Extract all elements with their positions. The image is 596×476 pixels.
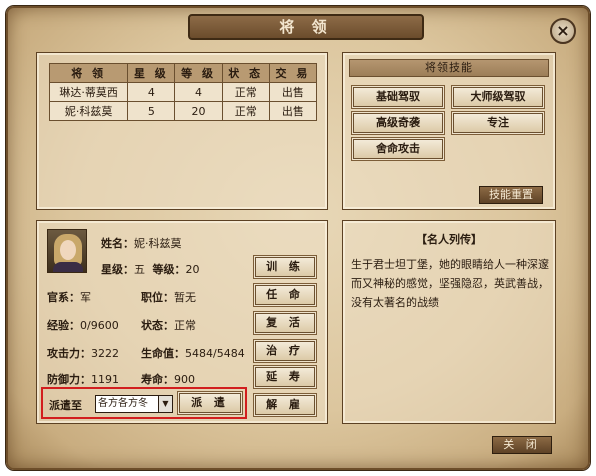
dispatch-select-value: 各方各方冬: [98, 398, 148, 409]
dispatch-select[interactable]: 各方各方冬 ▼: [95, 395, 173, 413]
skills-panel: 将领技能 基础驾驭 大师级驾驭 高级奇袭 专注 舍命攻击 技能重置: [342, 52, 556, 210]
chevron-down-icon[interactable]: ▼: [158, 396, 172, 412]
general-level: 4: [174, 82, 223, 102]
sell-link[interactable]: 出售: [268, 82, 318, 102]
col-header-general: 将 领: [48, 63, 129, 83]
level-label: 等级：: [152, 263, 186, 276]
general-status: 正常: [221, 101, 270, 121]
life-label: 寿命：: [141, 373, 174, 386]
general-star: 4: [127, 82, 176, 102]
skill-focus[interactable]: 专注: [453, 113, 543, 133]
sell-link[interactable]: 出售: [268, 101, 318, 121]
dismiss-button[interactable]: 解 雇: [255, 395, 315, 415]
col-header-status: 状 态: [221, 63, 270, 83]
generals-list-panel: 将 领 星 级 等 级 状 态 交 易 琳达·蒂莫西 4 4 正常 出售 妮·科…: [36, 52, 328, 210]
name-label: 姓名：: [101, 237, 134, 250]
col-header-level: 等 级: [174, 63, 223, 83]
hp-label: 生命值：: [141, 347, 185, 360]
close-icon[interactable]: ×: [550, 18, 576, 44]
col-header-trade: 交 易: [268, 63, 318, 83]
heal-button[interactable]: 治 疗: [255, 341, 315, 361]
hp-value: 5484/5484: [185, 347, 245, 360]
biography-text: 生于君士坦丁堡，她的眼睛给人一种深邃而又神秘的感觉，坚强隐忍，英武善战，没有太著…: [351, 258, 549, 309]
branch-value: 军: [80, 291, 91, 304]
generals-table: 将 领 星 级 等 级 状 态 交 易 琳达·蒂莫西 4 4 正常 出售 妮·科…: [48, 63, 318, 121]
extend-life-button[interactable]: 延 寿: [255, 367, 315, 387]
table-row[interactable]: 琳达·蒂莫西 4 4 正常 出售: [48, 82, 318, 102]
post-value: 暂无: [174, 291, 196, 304]
level-value: 20: [185, 263, 200, 276]
close-button[interactable]: 关 闭: [492, 436, 552, 454]
generals-window: 将 领 × 将 领 星 级 等 级 状 态 交 易 琳达·蒂莫西 4 4 正常: [6, 6, 590, 470]
general-detail-panel: 姓名：妮·科兹莫 星级：五 等级：20 官系：军 职位：暂无 经验：0/9600…: [36, 220, 328, 424]
general-name[interactable]: 琳达·蒂莫西: [48, 82, 129, 102]
defense-value: 1191: [91, 373, 119, 386]
exp-value: 0/9600: [80, 319, 119, 332]
biography-panel: 【名人列传】 生于君士坦丁堡，她的眼睛给人一种深邃而又神秘的感觉，坚强隐忍，英武…: [342, 220, 556, 424]
skill-desperate-attack[interactable]: 舍命攻击: [353, 139, 443, 159]
attack-label: 攻击力：: [47, 347, 91, 360]
branch-label: 官系：: [47, 291, 80, 304]
star-value: 五: [134, 263, 145, 276]
status-value: 正常: [174, 319, 196, 332]
status-label: 状态：: [141, 319, 174, 332]
appoint-button[interactable]: 任 命: [255, 285, 315, 305]
defense-label: 防御力：: [47, 373, 91, 386]
general-star: 5: [127, 101, 176, 121]
general-level: 20: [174, 101, 223, 121]
dispatch-label: 派遣至: [49, 399, 82, 412]
dispatch-group: 派遣至 各方各方冬 ▼ 派 遣: [41, 387, 247, 419]
post-label: 职位：: [141, 291, 174, 304]
col-header-star: 星 级: [127, 63, 176, 83]
general-name[interactable]: 妮·科兹莫: [48, 101, 129, 121]
skill-basic-control[interactable]: 基础驾驭: [353, 87, 443, 107]
table-row[interactable]: 妮·科兹莫 5 20 正常 出售: [48, 101, 318, 121]
general-name-value: 妮·科兹莫: [134, 237, 182, 250]
skills-header: 将领技能: [349, 59, 549, 77]
attack-value: 3222: [91, 347, 119, 360]
skill-master-control[interactable]: 大师级驾驭: [453, 87, 543, 107]
exp-label: 经验：: [47, 319, 80, 332]
window-title: 将 领: [188, 14, 424, 40]
general-status: 正常: [221, 82, 270, 102]
skill-advanced-raid[interactable]: 高级奇袭: [353, 113, 443, 133]
biography-title: 【名人列传】: [416, 233, 482, 246]
skill-reset-button[interactable]: 技能重置: [479, 186, 543, 204]
train-button[interactable]: 训 练: [255, 257, 315, 277]
life-value: 900: [174, 373, 195, 386]
avatar: [47, 229, 87, 273]
revive-button[interactable]: 复 活: [255, 313, 315, 333]
dispatch-button[interactable]: 派 遣: [179, 393, 241, 413]
star-label: 星级：: [101, 263, 134, 276]
